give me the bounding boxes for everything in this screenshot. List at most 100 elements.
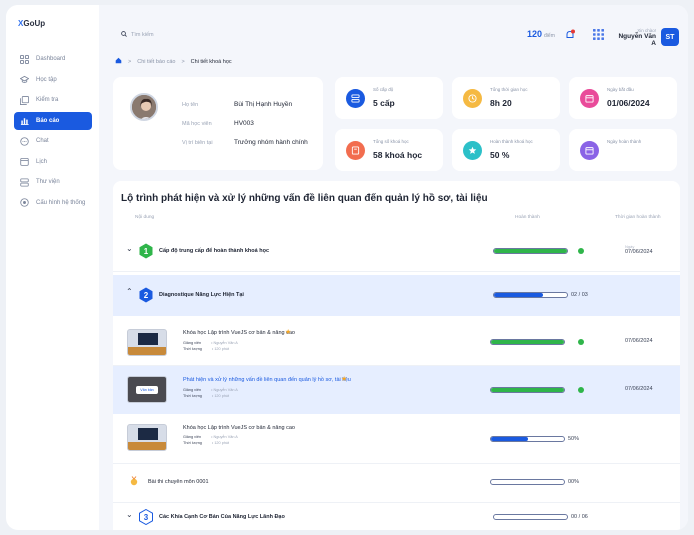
sidebar-item-label: Cấu hình hệ thống	[36, 199, 86, 206]
user-name: Nguyễn Văn A	[618, 33, 656, 47]
level-hexagon-1: 1	[139, 243, 153, 259]
book-icon	[346, 141, 365, 160]
stat-label: Tổng số khoá học	[373, 139, 409, 144]
sidebar-nav: Dashboard Học tập Kiểm tra Báo cáo Chat …	[14, 50, 92, 214]
star-badge-icon	[463, 141, 482, 160]
course-date: 07/06/2024	[625, 386, 653, 392]
breadcrumb-parent[interactable]: Chi tiết báo cáo	[137, 59, 175, 65]
exam-row[interactable]: Bài thi chuyên môn 0001 00%	[113, 464, 680, 502]
sidebar-item-bao-cao[interactable]: Báo cáo	[14, 111, 92, 130]
profile-role-value: Trưởng nhóm hành chính	[234, 139, 308, 146]
profile-code-label: Mã học viên	[182, 121, 212, 127]
section-row-3[interactable]: ⌄ 3 Các Khía Cạnh Cơ Bản Của Năng Lực Lã…	[113, 503, 680, 530]
check-icon	[578, 387, 584, 393]
chat-icon	[20, 136, 29, 146]
sidebar-item-label: Học tập	[36, 76, 57, 83]
section-title: Các Khía Cạnh Cơ Bản Của Năng Lực Lãnh Đ…	[159, 514, 285, 520]
sidebar: XGoUp Dashboard Học tập Kiểm tra Báo cáo…	[6, 5, 99, 463]
course-thumbnail	[127, 329, 167, 356]
course-row-1[interactable]: Khóa học Lập trình VueJS cơ bản & nâng c…	[113, 321, 680, 365]
teacher-label: Giảng viên	[183, 435, 202, 439]
profile-role-label: Vị trí biên tại	[182, 140, 213, 146]
search-icon	[121, 31, 127, 39]
sidebar-item-thu-vien[interactable]: Thư viện	[14, 173, 92, 191]
app-window: XGoUp Dashboard Học tập Kiểm tra Báo cáo…	[6, 5, 688, 530]
calendar-start-icon	[580, 89, 599, 108]
profile-name-label: Họ tên	[182, 102, 199, 108]
stat-value: 58 khoá học	[373, 150, 423, 160]
sidebar-item-lich[interactable]: Lịch	[14, 153, 92, 171]
course-date: 07/06/2024	[625, 338, 653, 344]
apps-grid-button[interactable]	[593, 29, 604, 42]
calendar-icon	[20, 157, 29, 166]
sidebar-item-cau-hinh[interactable]: Cấu hình hệ thống	[14, 194, 92, 212]
stat-value: 8h 20	[490, 98, 512, 108]
duration-value: 120 phút	[214, 393, 230, 398]
section-progress-fill	[494, 249, 567, 253]
sidebar-item-label: Chat	[36, 138, 49, 144]
notification-button[interactable]	[564, 29, 576, 43]
exam-progress-bar	[490, 479, 565, 485]
sidebar-item-label: Kiểm tra	[36, 97, 59, 103]
exam-title[interactable]: Bài thi chuyên môn 0001	[148, 479, 209, 485]
search-input[interactable]: Tìm kiếm	[131, 32, 154, 38]
logo[interactable]: XGoUp	[18, 19, 45, 28]
column-header-completion: Hoàn thành	[515, 215, 540, 220]
stat-label: Ngày hoàn thành	[607, 139, 642, 144]
course-row-2[interactable]: Văn bản Phát hiện và xử lý những vấn đề …	[113, 366, 680, 414]
roadmap-panel: Lộ trình phát hiện và xử lý những vấn đề…	[113, 181, 680, 530]
svg-text:3: 3	[144, 513, 149, 522]
graduation-cap-icon	[20, 75, 29, 84]
profile-code-value: HV003	[234, 120, 254, 127]
user-avatar[interactable]: ST	[661, 28, 679, 46]
section-row-2[interactable]: ⌃ 2 Diagnostique Năng Lực Hiện Tại 02 / …	[113, 275, 680, 316]
section-title: Diagnostique Năng Lực Hiện Tại	[159, 292, 244, 298]
home-icon[interactable]	[115, 57, 122, 66]
sidebar-item-kiem-tra[interactable]: Kiểm tra	[14, 91, 92, 109]
teacher-value: Nguyễn Văn A	[213, 341, 238, 345]
section-date-value: 07/06/2024	[625, 249, 653, 255]
sidebar-item-dashboard[interactable]: Dashboard	[14, 50, 92, 68]
stat-card-total-time: Tổng thời gian học 8h 20	[452, 77, 560, 119]
section-title: Cấp độ trung cấp để hoàn thành khoá học	[159, 248, 270, 254]
calendar-end-icon	[580, 141, 599, 160]
teacher-value: Nguyễn Văn A	[213, 388, 238, 392]
course-title[interactable]: Khóa học Lập trình VueJS cơ bản & nâng c…	[183, 425, 295, 431]
section-row-1[interactable]: ⌄ 1 Cấp độ trung cấp để hoàn thành khoá …	[113, 231, 680, 271]
stat-card-total-courses: Tổng số khoá học 58 khoá học	[335, 129, 443, 171]
library-icon	[20, 177, 29, 187]
search-box[interactable]: Tìm kiếm	[121, 31, 154, 39]
sidebar-item-label: Lịch	[36, 158, 48, 165]
sidebar-item-hoc-tap[interactable]: Học tập	[14, 71, 92, 89]
course-progress-fill	[491, 388, 564, 392]
logo-text: GoUp	[23, 19, 46, 28]
teacher-label: Giảng viên	[183, 341, 202, 345]
chevron-down-icon[interactable]: ⌄	[126, 510, 133, 519]
chevron-down-icon[interactable]: ⌄	[126, 244, 133, 253]
sidebar-item-chat[interactable]: Chat	[14, 132, 92, 150]
course-title[interactable]: Khóa học Lập trình VueJS cơ bản & nâng c…	[183, 330, 295, 336]
points-value: 120	[527, 29, 543, 39]
points-unit: điểm	[544, 33, 555, 39]
star-icon: ★	[341, 376, 348, 383]
duration-value: 120 phút	[214, 440, 230, 445]
duration-label: Thời lượng	[183, 346, 202, 351]
chevron-up-icon[interactable]: ⌃	[126, 287, 133, 296]
course-title[interactable]: Phát hiện và xử lý những vấn đề liên qua…	[183, 377, 351, 383]
course-progress-bar	[490, 436, 565, 442]
svg-text:2: 2	[144, 291, 149, 300]
check-icon	[578, 248, 584, 254]
duration-value: 120 phút	[214, 346, 230, 351]
profile-name-value: Bùi Thị Hạnh Huyền	[234, 101, 293, 108]
check-icon	[578, 339, 584, 345]
stat-value: 5 cấp	[373, 98, 395, 108]
layers-icon	[346, 89, 365, 108]
sidebar-item-label: Thư viện	[36, 179, 60, 185]
svg-text:1: 1	[144, 247, 149, 256]
sidebar-item-label: Dashboard	[36, 56, 66, 62]
clock-icon	[463, 89, 482, 108]
course-row-3[interactable]: Khóa học Lập trình VueJS cơ bản & nâng c…	[113, 417, 680, 463]
thumbnail-tag: Văn bản	[136, 386, 158, 394]
sidebar-item-label: Báo cáo	[36, 117, 60, 124]
apps-grid-icon	[593, 29, 604, 42]
